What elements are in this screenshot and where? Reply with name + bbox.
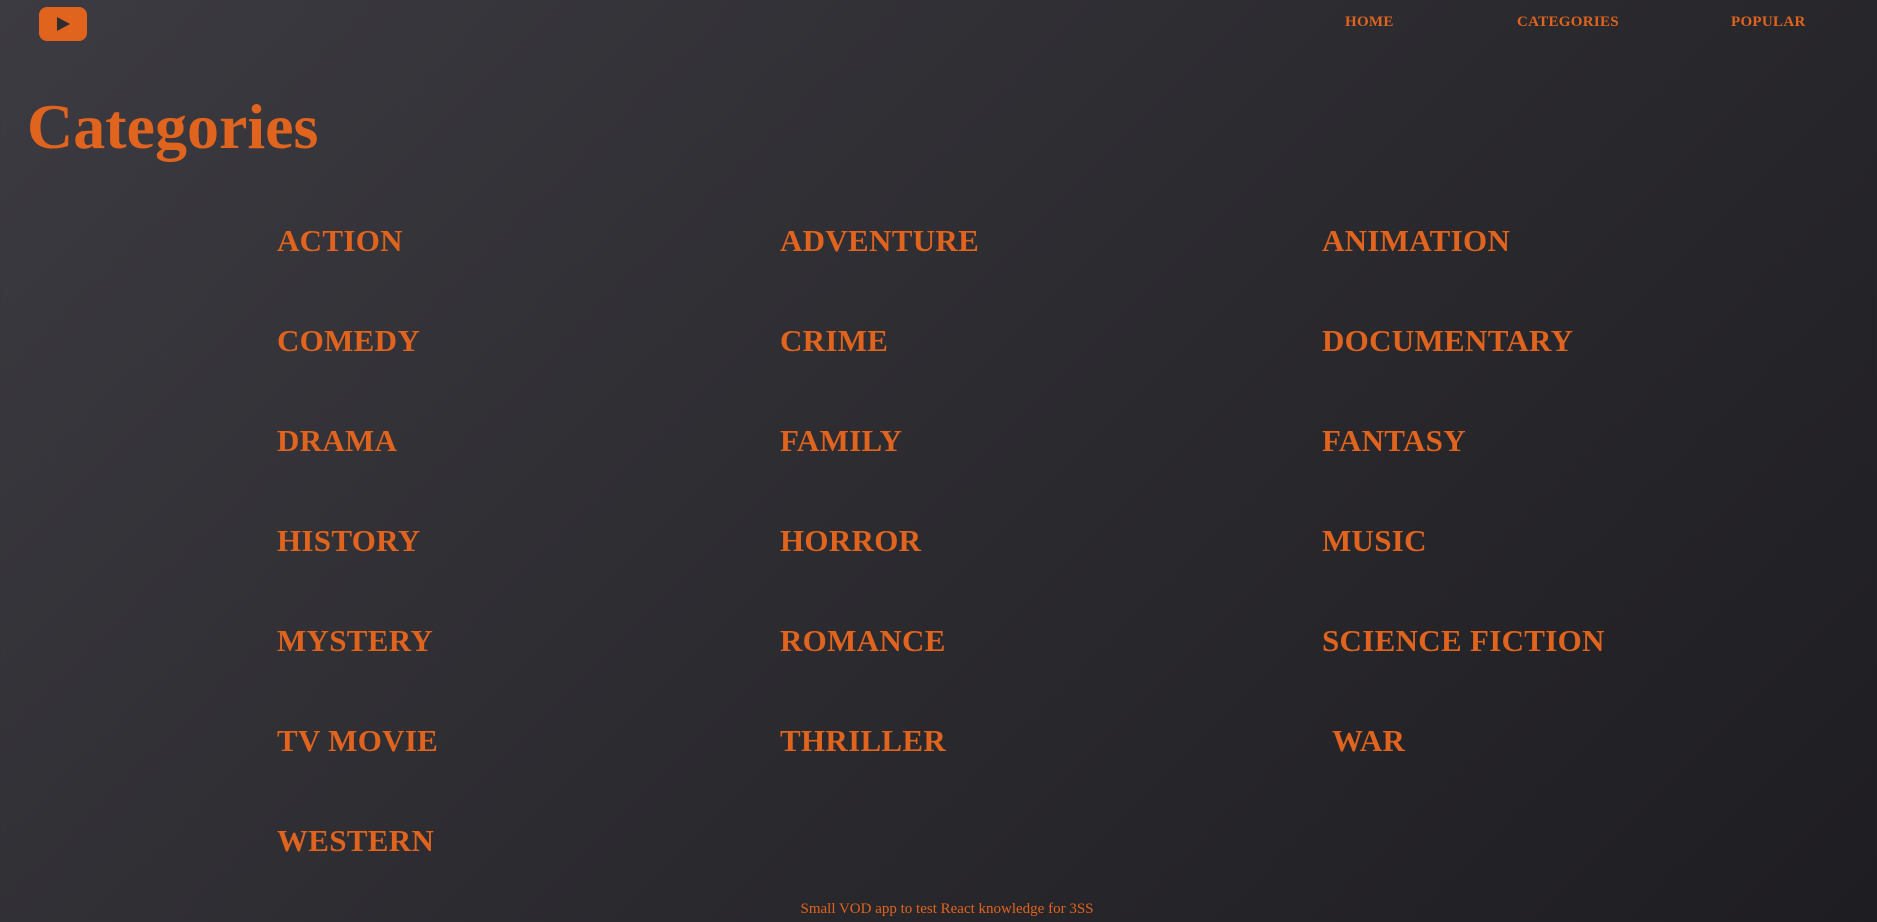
category-link-mystery[interactable]: MYSTERY — [277, 625, 433, 656]
category-link-war[interactable]: WAR — [1332, 725, 1405, 756]
category-link-family[interactable]: FAMILY — [780, 425, 902, 456]
nav-popular-link[interactable]: POPULAR — [1731, 14, 1806, 31]
category-link-crime[interactable]: CRIME — [780, 325, 888, 356]
category-link-adventure[interactable]: ADVENTURE — [780, 225, 979, 256]
category-link-documentary[interactable]: DOCUMENTARY — [1322, 325, 1573, 356]
category-link-romance[interactable]: ROMANCE — [780, 625, 946, 656]
category-link-music[interactable]: MUSIC — [1322, 525, 1427, 556]
footer-text: Small VOD app to test React knowledge fo… — [800, 901, 1094, 917]
category-link-science-fiction[interactable]: SCIENCE FICTION — [1322, 625, 1605, 656]
category-link-tv-movie[interactable]: TV MOVIE — [277, 725, 438, 756]
category-link-thriller[interactable]: THRILLER — [780, 725, 946, 756]
logo-play-icon[interactable] — [39, 7, 87, 41]
play-icon — [57, 17, 70, 31]
nav-categories-link[interactable]: CATEGORIES — [1517, 14, 1619, 31]
page-title: Categories — [27, 91, 319, 162]
nav-home-link[interactable]: HOME — [1345, 14, 1394, 31]
category-link-action[interactable]: ACTION — [277, 225, 403, 256]
category-link-comedy[interactable]: COMEDY — [277, 325, 420, 356]
category-link-history[interactable]: HISTORY — [277, 525, 420, 556]
category-link-fantasy[interactable]: FANTASY — [1322, 425, 1466, 456]
category-link-animation[interactable]: ANIMATION — [1322, 225, 1510, 256]
category-link-drama[interactable]: DRAMA — [277, 425, 397, 456]
category-link-western[interactable]: WESTERN — [277, 825, 434, 856]
category-link-horror[interactable]: HORROR — [780, 525, 921, 556]
